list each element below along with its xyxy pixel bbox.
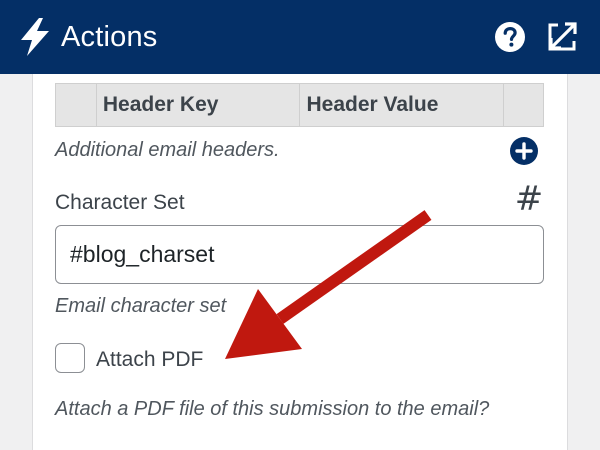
attach-pdf-label[interactable]: Attach PDF [96,348,203,372]
attach-pdf-description: Attach a PDF file of this submission to … [55,398,490,420]
hash-icon[interactable]: # [513,181,545,217]
headers-description: Additional email headers. [55,139,280,161]
row-handle-column [55,83,97,127]
attach-pdf-checkbox[interactable] [55,343,85,373]
actions-header: Actions [0,0,600,74]
header-title: Actions [61,21,158,53]
bolt-icon [21,18,49,56]
table-header-row: Header Key Header Value [55,83,544,127]
column-header-key: Header Key [95,83,301,127]
plus-circle-icon[interactable] [509,136,539,166]
column-header-value: Header Value [299,83,505,127]
character-set-description: Email character set [55,295,227,317]
email-headers-table: Header Key Header Value [55,83,544,127]
character-set-input[interactable] [55,225,544,284]
right-gutter [567,74,600,450]
expand-icon[interactable] [545,20,579,54]
character-set-label: Character Set [55,191,185,214]
row-actions-column [503,83,544,127]
question-circle-icon[interactable] [494,21,526,53]
left-gutter [0,74,32,450]
